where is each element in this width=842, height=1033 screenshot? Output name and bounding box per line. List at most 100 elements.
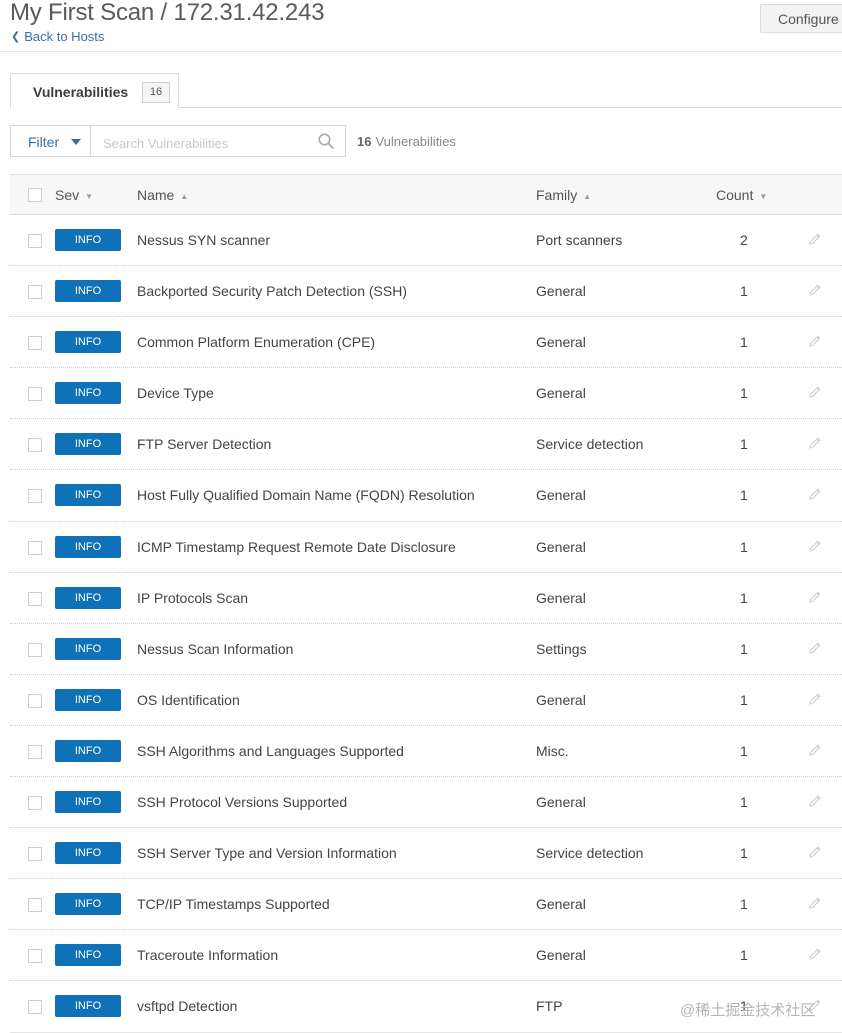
vulnerability-name[interactable]: FTP Server Detection <box>137 436 271 452</box>
row-checkbox[interactable] <box>28 1000 42 1015</box>
table-row[interactable]: INFO ICMP Timestamp Request Remote Date D… <box>10 522 842 573</box>
vulnerability-name[interactable]: Nessus Scan Information <box>137 641 293 657</box>
pencil-icon[interactable] <box>808 794 822 808</box>
table-row[interactable]: INFO FTP Server Detection Service detectio… <box>10 419 842 471</box>
pencil-icon[interactable] <box>808 283 822 297</box>
table-row[interactable]: INFO Common Platform Enumeration (CPE) Gen… <box>10 317 842 369</box>
table-row[interactable]: INFO Traceroute Information General 1 <box>10 930 842 982</box>
vulnerability-family: General <box>536 538 586 555</box>
column-header-sev[interactable]: Sev ▼ <box>55 187 93 203</box>
row-checkbox[interactable] <box>28 285 42 300</box>
row-checkbox[interactable] <box>28 693 42 708</box>
search-input[interactable] <box>101 132 310 154</box>
pencil-icon[interactable] <box>808 590 822 604</box>
row-checkbox[interactable] <box>28 489 42 504</box>
table-row[interactable]: INFO Device Type General 1 <box>10 368 842 420</box>
table-row[interactable]: INFO SSH Algorithms and Languages Support… <box>10 726 842 778</box>
vulnerability-name[interactable]: ICMP Timestamp Request Remote Date Discl… <box>137 539 456 555</box>
row-checkbox[interactable] <box>28 847 42 862</box>
table-header: Sev ▼ Name ▲ Family ▲ Count ▼ <box>10 174 842 215</box>
pencil-icon[interactable] <box>808 692 822 706</box>
vulnerability-family: General <box>536 794 586 811</box>
vulnerability-name[interactable]: Device Type <box>137 385 214 401</box>
configure-button[interactable]: Configure <box>760 4 842 33</box>
table-row[interactable]: INFO OS Identification General 1 <box>10 675 842 726</box>
vulnerability-name[interactable]: IP Protocols Scan <box>137 590 248 606</box>
watermark: @稀土掘金技术社区 <box>680 1002 816 1019</box>
vulnerability-name[interactable]: Backported Security Patch Detection (SSH… <box>137 283 407 299</box>
page-header: My First Scan / 172.31.42.243 ❮ Back to H… <box>0 0 842 52</box>
column-header-name[interactable]: Name ▲ <box>137 187 188 203</box>
row-checkbox[interactable] <box>28 898 42 913</box>
vulnerability-name[interactable]: Traceroute Information <box>137 947 278 963</box>
row-checkbox[interactable] <box>28 336 42 351</box>
tab-count-badge: 16 <box>142 82 170 103</box>
caret-down-icon <box>71 139 81 145</box>
search-box <box>90 125 346 157</box>
row-checkbox[interactable] <box>28 744 42 759</box>
column-label: Sev <box>55 187 80 203</box>
row-checkbox[interactable] <box>28 438 42 453</box>
tab-label: Vulnerabilities <box>33 84 129 100</box>
pencil-icon[interactable] <box>808 896 822 910</box>
vulnerability-name[interactable]: SSH Protocol Versions Supported <box>137 794 347 810</box>
pencil-icon[interactable] <box>808 436 822 450</box>
vulnerability-name[interactable]: Nessus SYN scanner <box>137 232 270 248</box>
pencil-icon[interactable] <box>808 947 822 961</box>
result-count-label: Vulnerabilities <box>375 134 456 149</box>
vulnerability-name[interactable]: OS Identification <box>137 692 240 708</box>
select-all-checkbox[interactable] <box>28 188 42 202</box>
pencil-icon[interactable] <box>808 232 822 246</box>
column-header-count[interactable]: Count ▼ <box>716 187 767 203</box>
back-link-label: Back to Hosts <box>24 29 105 44</box>
vulnerability-name[interactable]: SSH Algorithms and Languages Supported <box>137 743 404 759</box>
table-row[interactable]: INFO Nessus SYN scanner Port scanners 2 <box>10 215 842 267</box>
tab-vulnerabilities[interactable]: Vulnerabilities 16 <box>10 73 179 108</box>
pencil-icon[interactable] <box>808 385 822 399</box>
pencil-icon[interactable] <box>808 845 822 859</box>
row-checkbox[interactable] <box>28 540 42 555</box>
vulnerability-family: FTP <box>536 998 563 1015</box>
vulnerability-count: 2 <box>740 232 748 248</box>
row-checkbox[interactable] <box>28 949 42 964</box>
vulnerability-family: Port scanners <box>536 232 623 248</box>
search-icon[interactable] <box>317 132 335 150</box>
severity-badge: INFO <box>55 280 121 303</box>
vulnerability-count: 1 <box>740 896 748 913</box>
row-checkbox[interactable] <box>28 642 42 657</box>
page-title: My First Scan / 172.31.42.243 <box>10 0 325 26</box>
vulnerability-name[interactable]: Common Platform Enumeration (CPE) <box>137 334 375 350</box>
severity-badge: INFO <box>55 637 121 660</box>
table-row[interactable]: INFO SSH Protocol Versions Supported Gener… <box>10 777 842 829</box>
vulnerability-name[interactable]: vsftpd Detection <box>137 998 237 1014</box>
severity-badge: INFO <box>55 842 121 865</box>
vulnerability-name[interactable]: SSH Server Type and Version Information <box>137 845 397 861</box>
pencil-icon[interactable] <box>808 487 822 501</box>
row-checkbox[interactable] <box>28 387 42 402</box>
table-row[interactable]: INFO Host Fully Qualified Domain Name (FQ… <box>10 470 842 522</box>
table-row[interactable]: INFO TCP/IP Timestamps Supported General 1 <box>10 879 842 931</box>
severity-badge: INFO <box>55 229 121 251</box>
pencil-icon[interactable] <box>808 641 822 655</box>
vulnerability-name[interactable]: Host Fully Qualified Domain Name (FQDN) … <box>137 487 475 503</box>
table-row[interactable]: INFO SSH Server Type and Version Informat… <box>10 828 842 880</box>
table-row[interactable]: INFO Backported Security Patch Detection … <box>10 266 842 318</box>
filter-label: Filter <box>28 134 60 150</box>
row-checkbox[interactable] <box>28 234 42 248</box>
vulnerability-name[interactable]: TCP/IP Timestamps Supported <box>137 896 330 912</box>
pencil-icon[interactable] <box>808 743 822 757</box>
filter-button[interactable]: Filter <box>10 125 91 157</box>
column-header-family[interactable]: Family ▲ <box>536 187 591 203</box>
severity-badge: INFO <box>55 382 121 405</box>
row-checkbox[interactable] <box>28 796 42 811</box>
severity-badge: INFO <box>55 791 121 814</box>
vulnerability-count: 1 <box>740 283 748 300</box>
pencil-icon[interactable] <box>808 334 822 348</box>
table-row[interactable]: INFO Nessus Scan Information Settings 1 <box>10 624 842 675</box>
vulnerability-family: General <box>536 896 586 913</box>
row-checkbox[interactable] <box>28 591 42 606</box>
pencil-icon[interactable] <box>808 539 822 553</box>
table-row[interactable]: INFO IP Protocols Scan General 1 <box>10 573 842 624</box>
back-to-hosts-link[interactable]: ❮ Back to Hosts <box>11 29 104 44</box>
vulnerability-count: 1 <box>740 742 748 759</box>
